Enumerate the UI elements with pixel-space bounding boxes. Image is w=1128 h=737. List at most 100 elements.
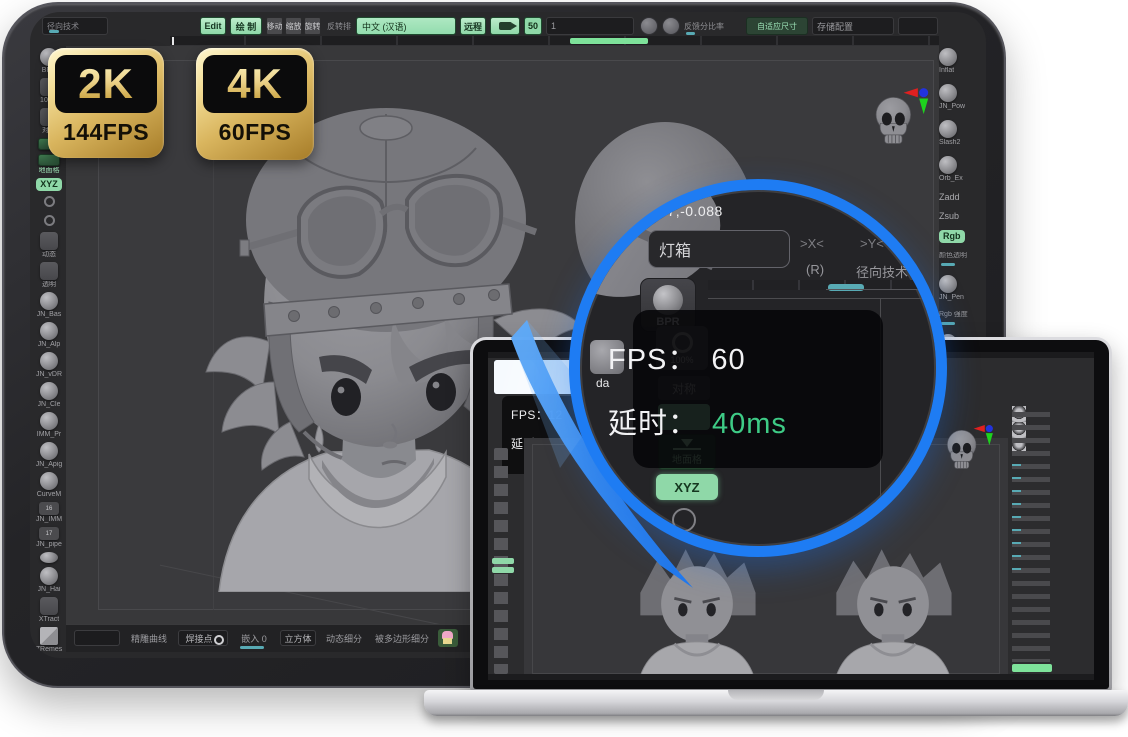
toolbar-item[interactable]: 绘 制 bbox=[230, 17, 262, 35]
brush-item[interactable]: Rgb bbox=[939, 230, 965, 243]
toolbar-item[interactable] bbox=[898, 17, 938, 35]
fps-latency-panel bbox=[633, 310, 883, 468]
laptop-base bbox=[424, 690, 1128, 716]
ruler-cursor[interactable] bbox=[172, 37, 174, 45]
toolbar-item[interactable]: 中文 (汉语) bbox=[356, 17, 456, 35]
toolbar-item[interactable] bbox=[490, 17, 520, 35]
badge-fps-text: 144FPS bbox=[55, 113, 157, 151]
brush-item[interactable]: JN_vDR bbox=[36, 352, 62, 379]
brush-item[interactable]: JN_Pow bbox=[939, 84, 965, 111]
bottom-bar-item[interactable]: 精雕曲线 bbox=[126, 630, 172, 646]
toolbar-item[interactable]: 1 bbox=[546, 17, 634, 35]
bottom-bar-item[interactable]: 被多边形细分 bbox=[372, 630, 432, 646]
toolbar-item[interactable] bbox=[662, 17, 680, 35]
brush-label: ZRemes bbox=[36, 646, 62, 654]
brush-label: 动态 bbox=[42, 251, 56, 259]
brush-thumbnail bbox=[44, 215, 55, 226]
bottom-bar-item[interactable] bbox=[438, 629, 458, 647]
magnifier-fps-row: FPS：60 bbox=[608, 336, 746, 378]
brush-item[interactable]: XYZ bbox=[36, 178, 62, 191]
brush-item[interactable]: 透明 bbox=[40, 262, 58, 289]
brush-item[interactable]: ZRemes bbox=[36, 627, 62, 654]
brush-label: CurveM bbox=[37, 491, 62, 499]
bottom-bar-item[interactable] bbox=[74, 630, 120, 646]
toolbar-item[interactable]: 反转排 bbox=[326, 17, 352, 35]
bottom-bar-item[interactable]: 立方体 bbox=[280, 630, 316, 646]
badge-fps-text: 60FPS bbox=[203, 113, 307, 151]
laptop-bust-right bbox=[808, 530, 978, 680]
toolbar-item-label: 中文 (汉语) bbox=[362, 20, 407, 33]
brush-label: Zadd bbox=[939, 192, 960, 202]
brush-thumbnail bbox=[44, 196, 55, 207]
brush-item[interactable]: JN_Alp bbox=[38, 322, 61, 349]
toolbar-item[interactable]: 自适应尺寸 bbox=[746, 17, 808, 35]
brush-item[interactable]: Rgb 强度 bbox=[939, 311, 968, 325]
camera-icon bbox=[499, 22, 512, 30]
brush-thumbnail bbox=[939, 275, 957, 293]
brush-item[interactable]: JN_Hai bbox=[38, 567, 61, 594]
toolbar-item[interactable]: 远程 bbox=[460, 17, 486, 35]
laptop-green-chip[interactable] bbox=[492, 558, 514, 564]
toolbar-item[interactable]: 反馈分比率 bbox=[684, 17, 740, 35]
brush-item[interactable]: XTract bbox=[39, 597, 59, 624]
axis-z-label[interactable]: >Z< bbox=[902, 236, 925, 251]
brush-item[interactable]: 17 JN_pipe bbox=[36, 527, 62, 549]
radial-label: (R) bbox=[806, 262, 824, 277]
toolbar-item[interactable]: 缩放 bbox=[285, 17, 302, 35]
brush-item[interactable]: Zadd bbox=[939, 192, 960, 202]
toolbar-item[interactable]: 移动 bbox=[266, 17, 283, 35]
brush-item[interactable]: JN_Cle bbox=[38, 382, 61, 409]
brush-thumbnail bbox=[40, 352, 58, 370]
brush-item[interactable] bbox=[40, 552, 58, 564]
toolbar-item[interactable]: 旋转 bbox=[304, 17, 321, 35]
brush-thumbnail bbox=[40, 552, 58, 563]
brush-item[interactable]: 16 JN_IMM bbox=[36, 502, 62, 524]
brush-label: JN_Hai bbox=[38, 586, 61, 594]
toolbar-item[interactable]: 存储配置 bbox=[812, 17, 894, 35]
brush-item[interactable]: Zsub bbox=[939, 211, 959, 221]
brush-label: XTract bbox=[39, 616, 59, 624]
brush-label: 透明 bbox=[42, 281, 56, 289]
bottom-bar-item[interactable]: 嵌入 0 bbox=[234, 630, 274, 646]
thumbnail-number: 17 bbox=[46, 531, 53, 537]
brush-item[interactable]: 地面格 bbox=[38, 154, 60, 175]
bottom-bar-item[interactable]: 焊接点 bbox=[178, 630, 228, 646]
laptop-right-rail-sliders bbox=[1012, 464, 1021, 574]
toolbar-item[interactable]: 50 bbox=[524, 17, 542, 35]
toolbar-item[interactable] bbox=[640, 17, 658, 35]
toolbar-item[interactable]: Edit bbox=[200, 17, 226, 35]
brush-item[interactable]: JN_Bas bbox=[37, 292, 62, 319]
badge-2k: 2K 144FPS bbox=[48, 48, 164, 158]
brush-label: XYZ bbox=[36, 178, 62, 191]
brush-item[interactable]: 动态 bbox=[40, 232, 58, 259]
brush-item[interactable] bbox=[44, 213, 55, 229]
brush-item[interactable]: JN_Apig bbox=[36, 442, 62, 469]
laptop-green-chip[interactable] bbox=[492, 567, 514, 573]
orbit-icon[interactable] bbox=[672, 508, 696, 532]
brush-label: JN_Bas bbox=[37, 311, 62, 319]
axis-y-label[interactable]: >Y< bbox=[860, 236, 884, 251]
brush-item[interactable]: IMM_Pr bbox=[37, 412, 62, 439]
laptop-green-bar[interactable] bbox=[1012, 664, 1052, 672]
lightbox-button[interactable]: 灯箱 bbox=[648, 230, 790, 268]
toolbar-item[interactable]: 径向技术 bbox=[42, 17, 108, 35]
latency-value: 40ms bbox=[712, 408, 787, 440]
badge-resolution-box: 2K bbox=[55, 55, 157, 113]
brush-item[interactable]: JN_Pen bbox=[939, 275, 964, 302]
brush-item[interactable]: CurveM bbox=[37, 472, 62, 499]
top-toolbar: 径向技术 Edit 绘 制 移动 缩放 bbox=[38, 16, 978, 36]
brush-item[interactable] bbox=[44, 194, 55, 210]
brush-item[interactable]: Inflat bbox=[939, 48, 957, 75]
brush-item[interactable]: Slash2 bbox=[939, 120, 960, 147]
brush-label: Orb_Ex bbox=[939, 175, 963, 183]
timeline-ruler[interactable] bbox=[170, 36, 939, 46]
brush-thumbnail bbox=[40, 442, 58, 460]
bottom-bar-item[interactable]: 动态细分 bbox=[322, 630, 366, 646]
brush-item[interactable]: Orb_Ex bbox=[939, 156, 963, 183]
xyz-axes-button[interactable]: XYZ bbox=[656, 474, 718, 500]
brush-item[interactable]: 颜色透明 bbox=[939, 252, 967, 266]
badge-4k: 4K 60FPS bbox=[196, 48, 314, 160]
axis-x-label[interactable]: >X< bbox=[800, 236, 824, 251]
brush-thumbnail bbox=[939, 120, 957, 138]
laptop-fps-value: 12 bbox=[548, 408, 562, 422]
